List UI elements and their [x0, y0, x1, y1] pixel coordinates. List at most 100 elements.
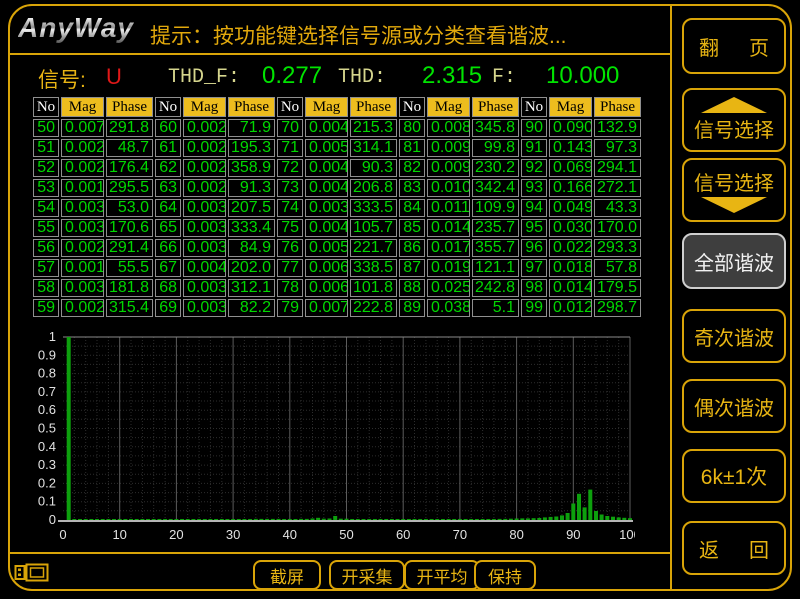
- table-cell: 84: [399, 199, 425, 217]
- table-cell: 92: [521, 159, 547, 177]
- table-cell: 0.049: [549, 199, 592, 217]
- table-cell: 0.038: [427, 299, 470, 317]
- 6k-plus-minus-1-button[interactable]: 6k±1次: [682, 449, 786, 503]
- table-cell: 67: [155, 259, 181, 277]
- return-button[interactable]: 返 回: [682, 521, 786, 575]
- svg-text:70: 70: [453, 527, 467, 542]
- table-cell: No: [155, 97, 181, 117]
- table-cell: 0.069: [549, 159, 592, 177]
- table-cell: 179.5: [594, 279, 641, 297]
- signal-value: U: [106, 64, 122, 90]
- table-cell: 0.002: [183, 119, 226, 137]
- table-cell: Phase: [350, 97, 397, 117]
- table-cell: 0.008: [427, 119, 470, 137]
- table-cell: 0.004: [305, 179, 348, 197]
- even-harmonics-button[interactable]: 偶次谐波: [682, 379, 786, 433]
- table-cell: 77: [277, 259, 303, 277]
- table-cell: 0.143: [549, 139, 592, 157]
- table-cell: 98: [521, 279, 547, 297]
- table-cell: 0.001: [61, 259, 104, 277]
- table-cell: 230.2: [472, 159, 519, 177]
- table-cell: 68: [155, 279, 181, 297]
- table-cell: 76: [277, 239, 303, 257]
- screenshot-button[interactable]: 截屏: [253, 560, 321, 590]
- page-turn-label-left: 翻: [699, 32, 719, 61]
- table-cell: 0.166: [549, 179, 592, 197]
- table-cell: 86: [399, 239, 425, 257]
- start-acquisition-button[interactable]: 开采集: [329, 560, 405, 590]
- table-cell: 94: [521, 199, 547, 217]
- table-cell: 235.7: [472, 219, 519, 237]
- table-cell: 0.018: [549, 259, 592, 277]
- table-cell: Mag: [61, 97, 104, 117]
- f-value: 10.000: [546, 62, 619, 90]
- table-cell: Phase: [472, 97, 519, 117]
- table-cell: 0.003: [61, 279, 104, 297]
- table-cell: 91: [521, 139, 547, 157]
- table-cell: Mag: [305, 97, 348, 117]
- table-cell: 72: [277, 159, 303, 177]
- table-cell: 55: [33, 219, 59, 237]
- table-cell: 0.009: [427, 159, 470, 177]
- table-cell: 0.002: [183, 179, 226, 197]
- f-label: F:: [492, 66, 516, 89]
- table-cell: 0.009: [427, 139, 470, 157]
- table-cell: 99: [521, 299, 547, 317]
- table-cell: 75: [277, 219, 303, 237]
- page-turn-button[interactable]: 翻 页: [682, 18, 786, 74]
- table-cell: No: [399, 97, 425, 117]
- table-cell: 0.003: [183, 199, 226, 217]
- table-cell: No: [33, 97, 59, 117]
- signal-select-up-button[interactable]: 信号选择: [682, 88, 786, 152]
- all-harmonics-button[interactable]: 全部谐波: [682, 233, 786, 289]
- svg-text:0: 0: [49, 512, 56, 527]
- table-cell: Mag: [549, 97, 592, 117]
- table-cell: 60: [155, 119, 181, 137]
- svg-text:0.7: 0.7: [38, 384, 56, 399]
- table-cell: 0.004: [305, 219, 348, 237]
- table-cell: 62: [155, 159, 181, 177]
- table-cell: 56: [33, 239, 59, 257]
- table-cell: 53: [33, 179, 59, 197]
- svg-text:0: 0: [59, 527, 66, 542]
- table-cell: 176.4: [106, 159, 153, 177]
- table-cell: 61: [155, 139, 181, 157]
- hold-button[interactable]: 保持: [474, 560, 536, 590]
- table-cell: Phase: [106, 97, 153, 117]
- table-cell: 43.3: [594, 199, 641, 217]
- svg-text:10: 10: [112, 527, 126, 542]
- table-cell: 66: [155, 239, 181, 257]
- prompt-text: 提示：按功能键选择信号源或分类查看谐波...: [150, 20, 567, 50]
- table-cell: 0.012: [549, 299, 592, 317]
- table-cell: 0.003: [183, 219, 226, 237]
- table-cell: Phase: [228, 97, 275, 117]
- signal-select-up-label: 信号选择: [694, 114, 774, 143]
- table-cell: 5.1: [472, 299, 519, 317]
- table-cell: 0.005: [305, 239, 348, 257]
- table-cell: 312.1: [228, 279, 275, 297]
- table-cell: 0.002: [61, 239, 104, 257]
- table-cell: 90: [521, 119, 547, 137]
- svg-text:0.8: 0.8: [38, 366, 56, 381]
- analyzer-screen: AnyWay 提示：按功能键选择信号源或分类查看谐波... 信号: U THD_…: [0, 0, 800, 599]
- table-cell: 0.002: [61, 159, 104, 177]
- table-cell: 0.010: [427, 179, 470, 197]
- table-cell: 0.004: [183, 259, 226, 277]
- signal-select-down-button[interactable]: 信号选择: [682, 158, 786, 222]
- table-cell: 295.5: [106, 179, 153, 197]
- page-turn-label-right: 页: [749, 32, 769, 61]
- table-cell: 333.5: [350, 199, 397, 217]
- table-cell: 355.7: [472, 239, 519, 257]
- odd-harmonics-button[interactable]: 奇次谐波: [682, 309, 786, 363]
- table-cell: Mag: [183, 97, 226, 117]
- table-cell: 69: [155, 299, 181, 317]
- table-cell: 0.003: [305, 199, 348, 217]
- table-cell: 0.002: [61, 299, 104, 317]
- table-cell: 358.9: [228, 159, 275, 177]
- svg-text:80: 80: [509, 527, 523, 542]
- table-cell: 64: [155, 199, 181, 217]
- table-cell: 105.7: [350, 219, 397, 237]
- start-averaging-button[interactable]: 开平均: [404, 560, 480, 590]
- table-cell: 0.004: [305, 119, 348, 137]
- table-cell: 50: [33, 119, 59, 137]
